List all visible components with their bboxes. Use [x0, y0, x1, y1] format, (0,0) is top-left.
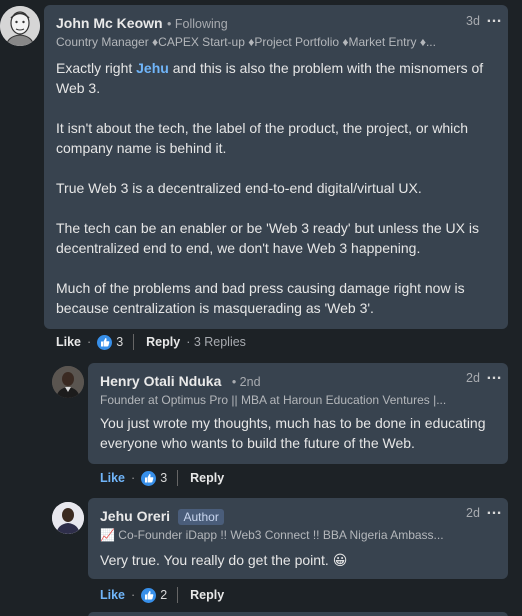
author-headline: Country Manager ♦CAPEX Start-up ♦Project…: [56, 35, 436, 49]
author-badge: Author: [178, 509, 224, 525]
avatar-image: [0, 6, 40, 46]
reaction-count[interactable]: 3: [116, 335, 123, 349]
reply-body: You just wrote my thoughts, much has to …: [100, 415, 486, 451]
reply-body: Very true. You really do get the point. …: [100, 552, 348, 568]
more-options-icon[interactable]: …: [486, 10, 502, 26]
reaction-count[interactable]: 3: [160, 471, 167, 485]
reply-button[interactable]: Reply: [190, 588, 224, 602]
separator-dot: ·: [131, 471, 136, 485]
reaction-count[interactable]: 2: [160, 588, 167, 602]
avatar-image: [52, 366, 84, 398]
comment-paragraph-4: The tech can be an enabler or be 'Web 3 …: [56, 220, 480, 256]
comment-paragraph-2: It isn't about the tech, the label of th…: [56, 120, 469, 156]
reply-author-row: Henry Otali Nduka • 2nd: [100, 373, 261, 391]
like-button[interactable]: Like: [56, 335, 81, 349]
avatar-henry-otali-nduka[interactable]: [52, 366, 84, 398]
comment-paragraph-3: True Web 3 is a decentralized end-to-end…: [56, 180, 422, 196]
separator-dot: ·: [87, 335, 92, 349]
divider: [133, 334, 135, 350]
reply-actions-2: Like · 2 Reply: [100, 586, 224, 604]
author-name[interactable]: Jehu Oreri: [100, 508, 170, 524]
mention-link[interactable]: Jehu: [136, 60, 169, 76]
comment-bubble-main: John Mc Keown • Following Country Manage…: [44, 5, 508, 329]
avatar-john-mc-keown[interactable]: [0, 6, 40, 46]
comment-body: Exactly right Jehu and this is also the …: [56, 58, 500, 318]
divider: [177, 470, 179, 486]
comment-paragraph-1: Exactly right Jehu and this is also the …: [56, 60, 484, 96]
reply-button[interactable]: Reply: [146, 335, 180, 349]
reply-time: 2d: [466, 506, 480, 520]
connection-status: • Following: [167, 17, 228, 31]
more-options-icon[interactable]: …: [486, 502, 502, 518]
reply-time: 2d: [466, 371, 480, 385]
divider: [177, 587, 179, 603]
author-headline: Founder at Optimus Pro || MBA at Haroun …: [100, 393, 447, 407]
reply-actions-1: Like · 3 Reply: [100, 469, 224, 487]
author-headline: 📈 Co-Founder iDapp !! Web3 Connect !! BB…: [100, 528, 444, 542]
comment-actions-main: Like · 3 Reply · 3 Replies: [56, 333, 246, 351]
like-reaction-icon[interactable]: [141, 587, 157, 603]
reply-bubble-1: Henry Otali Nduka • 2nd Founder at Optim…: [88, 363, 508, 464]
more-options-icon[interactable]: …: [486, 367, 502, 383]
comment-author-row: John Mc Keown • Following: [56, 15, 228, 33]
next-reply-bubble-edge: [88, 612, 508, 616]
connection-degree: • 2nd: [231, 375, 261, 389]
comment-paragraph-5: Much of the problems and bad press causi…: [56, 280, 465, 316]
reply-bubble-2: Jehu Oreri Author 📈 Co-Founder iDapp !! …: [88, 498, 508, 579]
comment-time: 3d: [466, 14, 480, 28]
like-button[interactable]: Like: [100, 471, 125, 485]
like-reaction-icon[interactable]: [141, 470, 157, 486]
replies-count[interactable]: · 3 Replies: [186, 335, 246, 349]
avatar-jehu-oreri[interactable]: [52, 502, 84, 534]
author-name[interactable]: John Mc Keown: [56, 15, 163, 31]
separator-dot: ·: [131, 588, 136, 602]
reply-button[interactable]: Reply: [190, 471, 224, 485]
like-reaction-icon[interactable]: [97, 334, 113, 350]
reply-author-row: Jehu Oreri Author: [100, 508, 224, 526]
author-name[interactable]: Henry Otali Nduka: [100, 373, 221, 389]
avatar-image: [52, 502, 84, 534]
like-button[interactable]: Like: [100, 588, 125, 602]
